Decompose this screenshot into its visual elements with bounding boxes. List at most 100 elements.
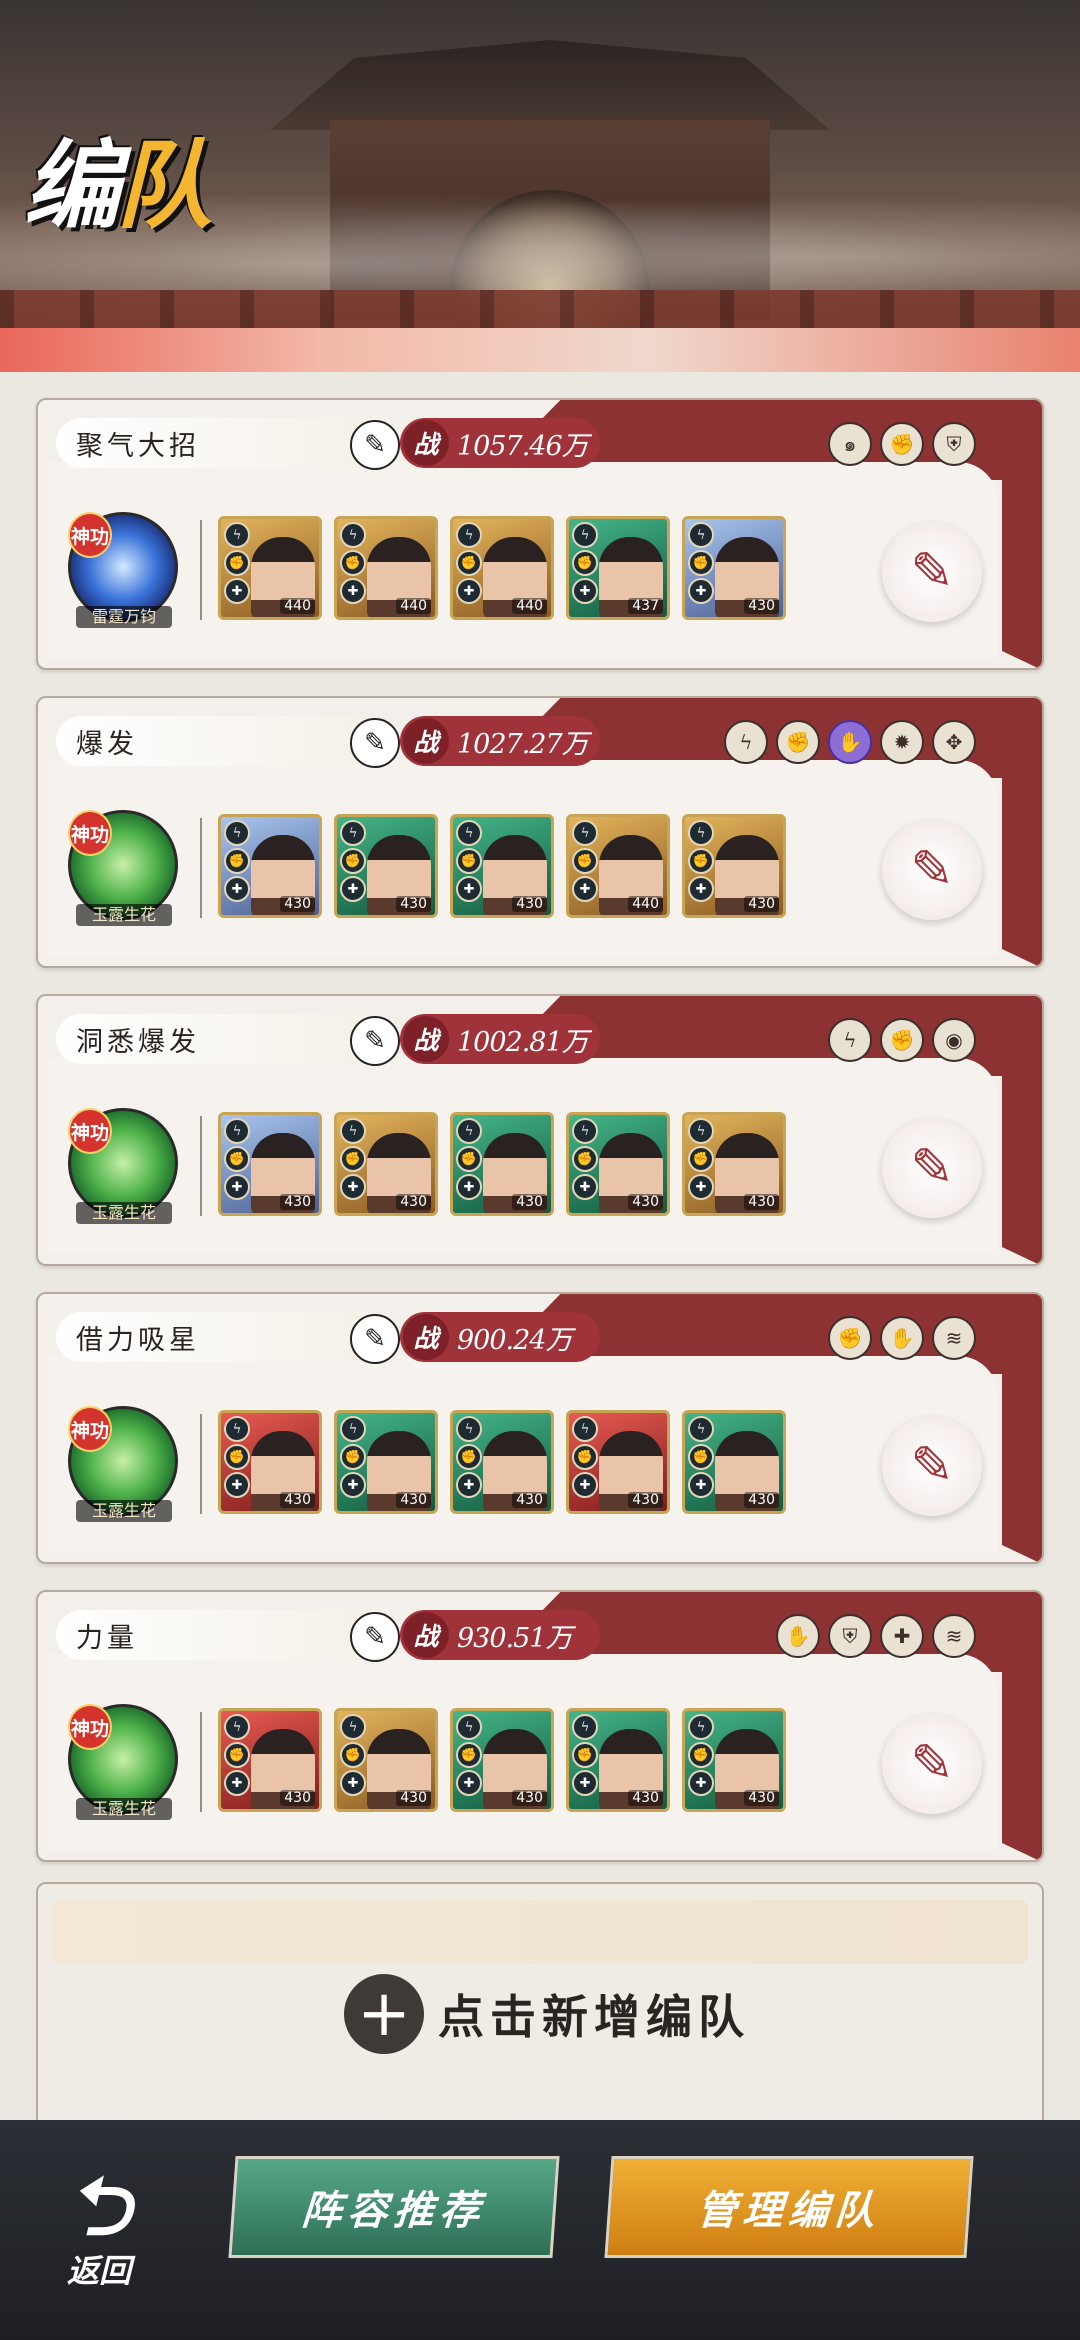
hero-slot[interactable]: ϟ ✊ ✚ 430 bbox=[450, 814, 554, 918]
claw-icon[interactable]: ≋ bbox=[932, 1316, 976, 1360]
hero-level: 440 bbox=[280, 598, 315, 614]
role-icon: ϟ bbox=[340, 522, 366, 548]
edit-name-icon[interactable]: ✎ bbox=[350, 1016, 400, 1066]
fist-icon[interactable]: ✊ bbox=[828, 1316, 872, 1360]
add-team-card[interactable]: + 点击新增编队 bbox=[36, 1882, 1044, 2136]
edit-name-icon[interactable]: ✎ bbox=[350, 1612, 400, 1662]
hero-slot[interactable]: ϟ ✊ ✚ 440 bbox=[334, 516, 438, 620]
hero-level: 430 bbox=[512, 1492, 547, 1508]
role-icon: ϟ bbox=[688, 1714, 714, 1740]
team-traits: ✋ ⛨ ✚ ≋ bbox=[776, 1614, 976, 1658]
muscle-icon[interactable]: ✚ bbox=[880, 1614, 924, 1658]
hero-slot[interactable]: ϟ ✊ ✚ 430 bbox=[682, 1112, 786, 1216]
element-icon: ✚ bbox=[572, 1174, 598, 1200]
role-icon: ϟ bbox=[572, 522, 598, 548]
hero-level: 430 bbox=[744, 1790, 779, 1806]
team-card[interactable]: 爆发 ✎ 战 1027.27万 ϟ ✊ ✋ ✹ ✥ 神功 玉露生花 ϟ ✊ ✚ 430 … bbox=[36, 696, 1044, 968]
hero-level: 430 bbox=[628, 1790, 663, 1806]
team-card[interactable]: 洞悉爆发 ✎ 战 1002.81万 ϟ ✊ ◉ 神功 玉露生花 ϟ ✊ ✚ 430 … bbox=[36, 994, 1044, 1266]
hero-slot[interactable]: ϟ ✊ ✚ 430 bbox=[682, 1708, 786, 1812]
hero-slot[interactable]: ϟ ✊ ✚ 437 bbox=[566, 516, 670, 620]
hero-slot[interactable]: ϟ ✊ ✚ 430 bbox=[218, 1112, 322, 1216]
lightning-icon[interactable]: ϟ bbox=[828, 1018, 872, 1062]
hero-slot[interactable]: ϟ ✊ ✚ 430 bbox=[682, 814, 786, 918]
role-icon: ϟ bbox=[224, 1416, 250, 1442]
add-team-button[interactable]: + 点击新增编队 bbox=[344, 1974, 750, 2054]
hero-slot[interactable]: ϟ ✊ ✚ 430 bbox=[218, 1708, 322, 1812]
hero-slot[interactable]: ϟ ✊ ✚ 430 bbox=[450, 1708, 554, 1812]
edit-icon: ✎ bbox=[910, 1138, 954, 1198]
divider bbox=[200, 1414, 202, 1514]
fist-icon[interactable]: ✊ bbox=[880, 422, 924, 466]
hero-slot[interactable]: ϟ ✊ ✚ 430 bbox=[334, 814, 438, 918]
skill-type-icon: ✊ bbox=[456, 1742, 482, 1768]
hero-level: 440 bbox=[396, 598, 431, 614]
palm-icon[interactable]: ✋ bbox=[776, 1614, 820, 1658]
paw-icon[interactable]: ✥ bbox=[932, 720, 976, 764]
power-value: 930.51万 bbox=[457, 1622, 572, 1654]
hero-slot[interactable]: ϟ ✊ ✚ 430 bbox=[682, 1410, 786, 1514]
skill-type-icon: ✊ bbox=[340, 550, 366, 576]
eye-icon[interactable]: ◉ bbox=[932, 1018, 976, 1062]
edit-name-icon[interactable]: ✎ bbox=[350, 420, 400, 470]
hero-slot[interactable]: ϟ ✊ ✚ 440 bbox=[450, 516, 554, 620]
power-value: 1027.27万 bbox=[457, 728, 589, 760]
back-button[interactable]: ⮌ 返回 bbox=[34, 2166, 164, 2306]
skill-type-icon: ✊ bbox=[456, 1146, 482, 1172]
hero-slot[interactable]: ϟ ✊ ✚ 430 bbox=[334, 1410, 438, 1514]
power-value: 1057.46万 bbox=[457, 430, 589, 462]
team-banner-edge bbox=[1002, 1076, 1042, 1264]
edit-team-button[interactable]: ✎ bbox=[882, 1118, 982, 1218]
hero-slot[interactable]: ϟ ✊ ✚ 430 bbox=[682, 516, 786, 620]
divine-skill-tag: 神功 bbox=[68, 1406, 112, 1452]
hero-slot[interactable]: ϟ ✊ ✚ 440 bbox=[218, 516, 322, 620]
hero-slot[interactable]: ϟ ✊ ✚ 430 bbox=[566, 1708, 670, 1812]
claw-icon[interactable]: ≋ bbox=[932, 1614, 976, 1658]
power-badge: 战 bbox=[403, 420, 449, 466]
shield-icon[interactable]: ⛨ bbox=[932, 422, 976, 466]
hero-slot[interactable]: ϟ ✊ ✚ 430 bbox=[334, 1112, 438, 1216]
fist-icon[interactable]: ✊ bbox=[776, 720, 820, 764]
hero-slot[interactable]: ϟ ✊ ✚ 440 bbox=[566, 814, 670, 918]
role-icon: ϟ bbox=[340, 820, 366, 846]
edit-team-button[interactable]: ✎ bbox=[882, 820, 982, 920]
divider bbox=[200, 1116, 202, 1216]
flame-icon[interactable]: ✹ bbox=[880, 720, 924, 764]
team-card[interactable]: 聚气大招 ✎ 战 1057.46万 ๑ ✊ ⛨ 神功 雷霆万钧 ϟ ✊ ✚ 440 … bbox=[36, 398, 1044, 670]
team-card[interactable]: 力量 ✎ 战 930.51万 ✋ ⛨ ✚ ≋ 神功 玉露生花 ϟ ✊ ✚ 430 ϟ … bbox=[36, 1590, 1044, 1862]
edit-team-button[interactable]: ✎ bbox=[882, 522, 982, 622]
edit-team-button[interactable]: ✎ bbox=[882, 1714, 982, 1814]
role-icon: ϟ bbox=[224, 1118, 250, 1144]
hero-slot[interactable]: ϟ ✊ ✚ 430 bbox=[334, 1708, 438, 1812]
role-icon: ϟ bbox=[340, 1118, 366, 1144]
shield-icon[interactable]: ⛨ bbox=[828, 1614, 872, 1658]
hero-slot[interactable]: ϟ ✊ ✚ 430 bbox=[566, 1410, 670, 1514]
manage-teams-button[interactable]: 管理编队 bbox=[604, 2156, 974, 2258]
hero-slot[interactable]: ϟ ✊ ✚ 430 bbox=[450, 1112, 554, 1216]
team-power: 战 1057.46万 bbox=[400, 418, 600, 468]
edit-team-button[interactable]: ✎ bbox=[882, 1416, 982, 1516]
role-icon: ϟ bbox=[572, 1118, 598, 1144]
hero-slot[interactable]: ϟ ✊ ✚ 430 bbox=[218, 814, 322, 918]
palm-icon[interactable]: ✋ bbox=[880, 1316, 924, 1360]
purple-hand-icon[interactable]: ✋ bbox=[828, 720, 872, 764]
swirl-icon[interactable]: ๑ bbox=[828, 422, 872, 466]
fist-icon[interactable]: ✊ bbox=[880, 1018, 924, 1062]
hero-level: 430 bbox=[280, 1492, 315, 1508]
team-card[interactable]: 借力吸星 ✎ 战 900.24万 ✊ ✋ ≋ 神功 玉露生花 ϟ ✊ ✚ 430 ϟ… bbox=[36, 1292, 1044, 1564]
lightning-icon[interactable]: ϟ bbox=[724, 720, 768, 764]
divine-skill-name: 雷霆万钧 bbox=[76, 606, 172, 628]
role-icon: ϟ bbox=[224, 522, 250, 548]
skill-type-icon: ✊ bbox=[688, 848, 714, 874]
edit-name-icon[interactable]: ✎ bbox=[350, 718, 400, 768]
skill-type-icon: ✊ bbox=[688, 1742, 714, 1768]
hero-slot[interactable]: ϟ ✊ ✚ 430 bbox=[450, 1410, 554, 1514]
skill-type-icon: ✊ bbox=[224, 848, 250, 874]
hero-slot[interactable]: ϟ ✊ ✚ 430 bbox=[218, 1410, 322, 1514]
lineup-recommend-button[interactable]: 阵容推荐 bbox=[228, 2156, 560, 2258]
role-icon: ϟ bbox=[456, 1118, 482, 1144]
hero-slot[interactable]: ϟ ✊ ✚ 430 bbox=[566, 1112, 670, 1216]
edit-name-icon[interactable]: ✎ bbox=[350, 1314, 400, 1364]
hero-row: ϟ ✊ ✚ 430 ϟ ✊ ✚ 430 ϟ ✊ ✚ 430 ϟ ✊ ✚ 430 bbox=[218, 1112, 786, 1216]
element-icon: ✚ bbox=[340, 1472, 366, 1498]
